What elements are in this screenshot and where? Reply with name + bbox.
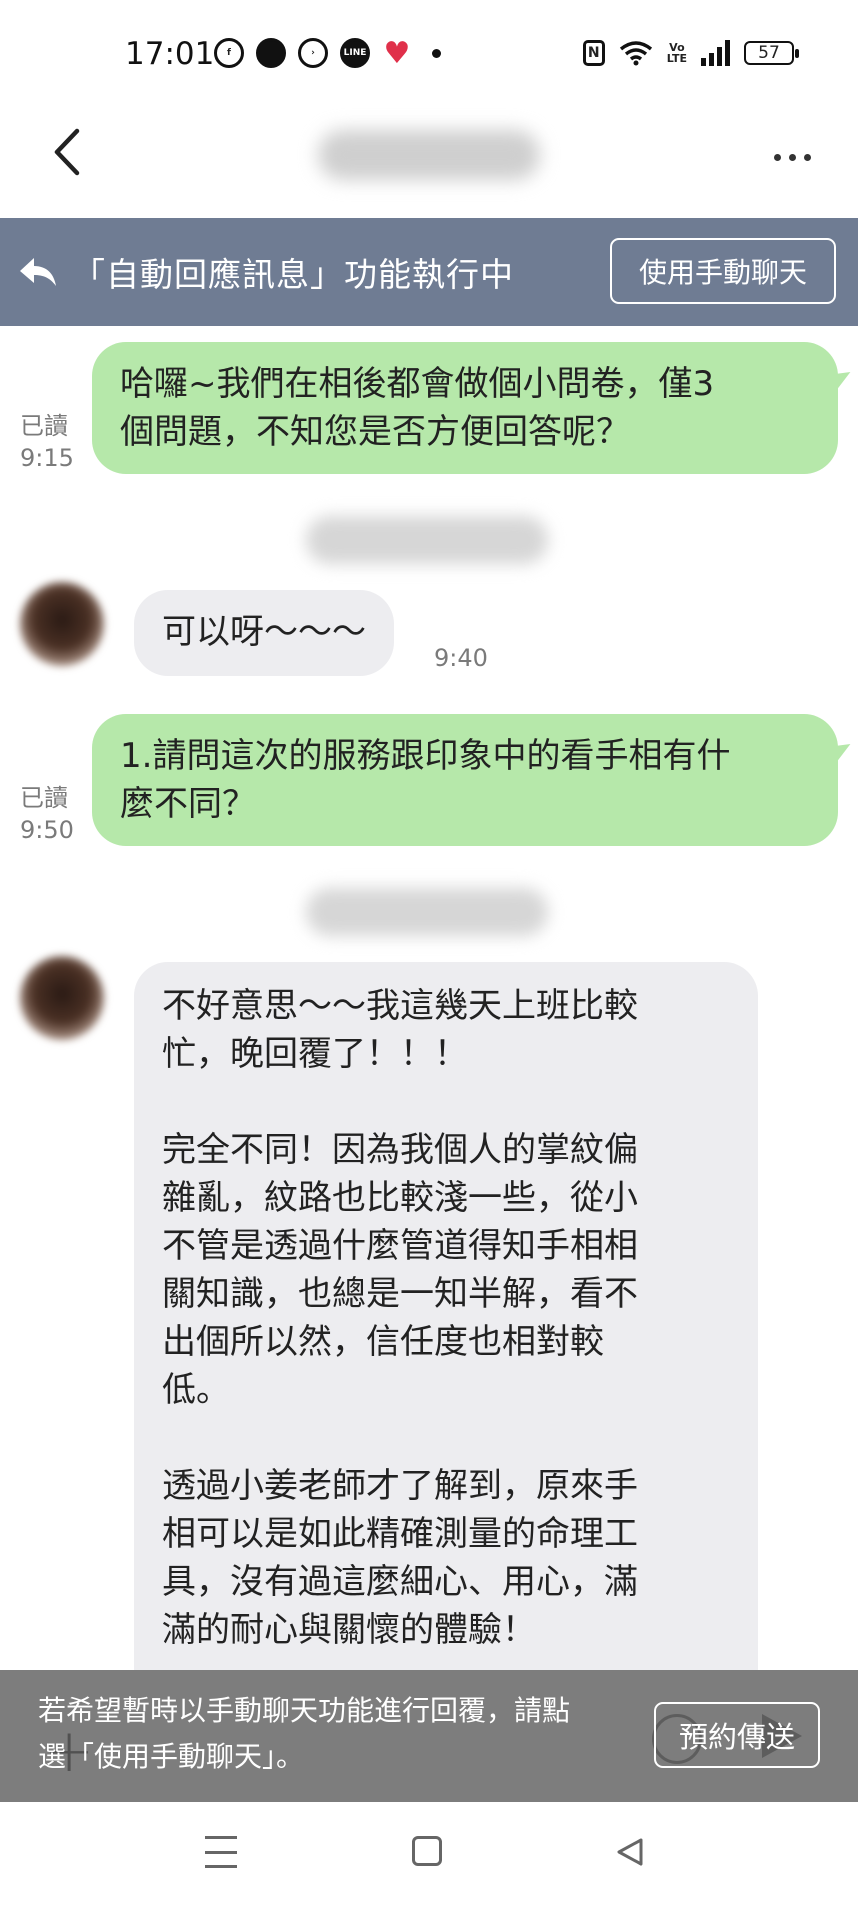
message-line: 1.請問這次的服務跟印象中的看手相有什 — [120, 736, 731, 776]
message-line: 完全不同！因為我個人的掌紋偏 — [162, 1130, 638, 1170]
message-line: 相可以是如此精確測量的命理工 — [162, 1514, 638, 1554]
date-separator-blurred — [306, 888, 548, 936]
status-time: 17:01 — [125, 36, 215, 72]
read-receipt: 已讀 — [20, 412, 68, 440]
battery-level: 57 — [758, 43, 780, 63]
message-line: 雜亂，紋路也比較淺一些，從小 — [162, 1178, 638, 1218]
outgoing-message-bubble[interactable]: 1.請問這次的服務跟印象中的看手相有什 麼不同？ — [92, 714, 838, 846]
message-line: 忙，晚回覆了！！！ — [162, 1034, 468, 1074]
more-notifications-dot — [432, 48, 441, 58]
battery-icon: 57 — [744, 41, 799, 65]
heart-life-icon: ♥ — [383, 35, 411, 71]
message-text: 可以呀～～～ — [162, 612, 366, 652]
contact-avatar[interactable] — [20, 582, 104, 666]
message-meta: 已讀 9:15 — [20, 410, 74, 474]
more-dot-icon — [788, 153, 796, 161]
reply-arrow-icon — [20, 258, 56, 286]
date-separator-blurred — [306, 516, 548, 564]
nfc-icon: N — [582, 40, 605, 66]
chat-messages: 已讀 9:15 哈囉~我們在相後都會做個小問卷，僅3 個問題，不知您是否方便回答… — [0, 326, 858, 1670]
message-line: 關知識，也總是一知半解，看不 — [162, 1274, 638, 1314]
message-line: 麼不同？ — [120, 784, 256, 824]
more-options-button[interactable] — [760, 140, 824, 174]
system-icons: N Vo LTE 57 — [582, 40, 799, 66]
outgoing-message-bubble[interactable]: 哈囉~我們在相後都會做個小問卷，僅3 個問題，不知您是否方便回答呢？ — [92, 342, 838, 474]
chat-bubble-icon — [256, 38, 286, 68]
message-line: 不好意思～～我這幾天上班比較 — [162, 986, 638, 1026]
notification-icons: f › LINE ♥ — [214, 35, 441, 71]
message-line: 不管是透過什麼管道得知手相相 — [162, 1226, 638, 1266]
menu-line-icon — [205, 1865, 237, 1868]
chat-title-blurred — [318, 130, 540, 180]
line-icon: LINE — [340, 38, 370, 68]
home-button[interactable] — [412, 1836, 442, 1866]
incoming-message-bubble[interactable]: 可以呀～～～ — [134, 590, 394, 676]
message-time: 9:40 — [434, 644, 488, 672]
wifi-icon — [619, 41, 652, 66]
message-line: 低。 — [162, 1370, 230, 1410]
message-time: 9:15 — [20, 444, 74, 472]
contact-avatar[interactable] — [20, 956, 104, 1040]
schedule-send-button[interactable]: 預約傳送 — [654, 1702, 820, 1768]
system-nav-bar — [0, 1802, 858, 1907]
chat-header — [0, 100, 858, 218]
message-line: 透過小姜老師才了解到，原來手 — [162, 1466, 638, 1506]
message-time: 9:50 — [20, 816, 74, 844]
status-bar: 17:01 f › LINE ♥ N Vo LTE 57 — [0, 0, 858, 100]
chevron-left-icon — [54, 128, 80, 176]
more-dot-icon — [803, 153, 811, 161]
menu-line-icon — [205, 1850, 237, 1854]
message-line: 具，沒有過這麼細心、用心，滿 — [162, 1562, 638, 1602]
message-line: 哈囉~我們在相後都會做個小問卷，僅3 — [120, 364, 715, 404]
incoming-message-bubble[interactable]: 不好意思～～我這幾天上班比較 忙，晚回覆了！！！ 完全不同！因為我個人的掌紋偏 … — [134, 962, 758, 1670]
signal-icon — [701, 40, 730, 66]
hint-text: 若希望暫時以手動聊天功能進行回覆，請點 選「使用手動聊天」。 — [38, 1688, 638, 1780]
message-meta: 已讀 9:50 — [20, 782, 74, 846]
read-receipt: 已讀 — [20, 784, 68, 812]
menu-line-icon — [205, 1836, 237, 1839]
hint-line: 選「使用手動聊天」。 — [38, 1740, 305, 1773]
auto-reply-banner: 「自動回應訊息」功能執行中 使用手動聊天 — [0, 218, 858, 326]
manual-chat-hint-overlay: + 若希望暫時以手動聊天功能進行回覆，請點 選「使用手動聊天」。 預約傳送 — [0, 1670, 858, 1802]
more-dot-icon — [773, 153, 781, 161]
volte-icon: Vo LTE — [666, 41, 687, 65]
recent-apps-button[interactable] — [205, 1836, 237, 1868]
message-line: 滿的耐心與關懷的體驗！ — [162, 1610, 536, 1650]
message-line: 出個所以然，信任度也相對較 — [162, 1322, 604, 1362]
messenger-icon: f — [214, 38, 244, 68]
back-button[interactable] — [42, 122, 92, 182]
manual-chat-button[interactable]: 使用手動聊天 — [610, 238, 836, 304]
back-triangle-button[interactable] — [614, 1836, 646, 1868]
auto-reply-status-text: 「自動回應訊息」功能執行中 — [72, 255, 514, 294]
messenger-outline-icon: › — [298, 38, 328, 68]
hint-line: 若希望暫時以手動聊天功能進行回覆，請點 — [38, 1694, 571, 1727]
message-line: 個問題，不知您是否方便回答呢？ — [120, 412, 630, 452]
